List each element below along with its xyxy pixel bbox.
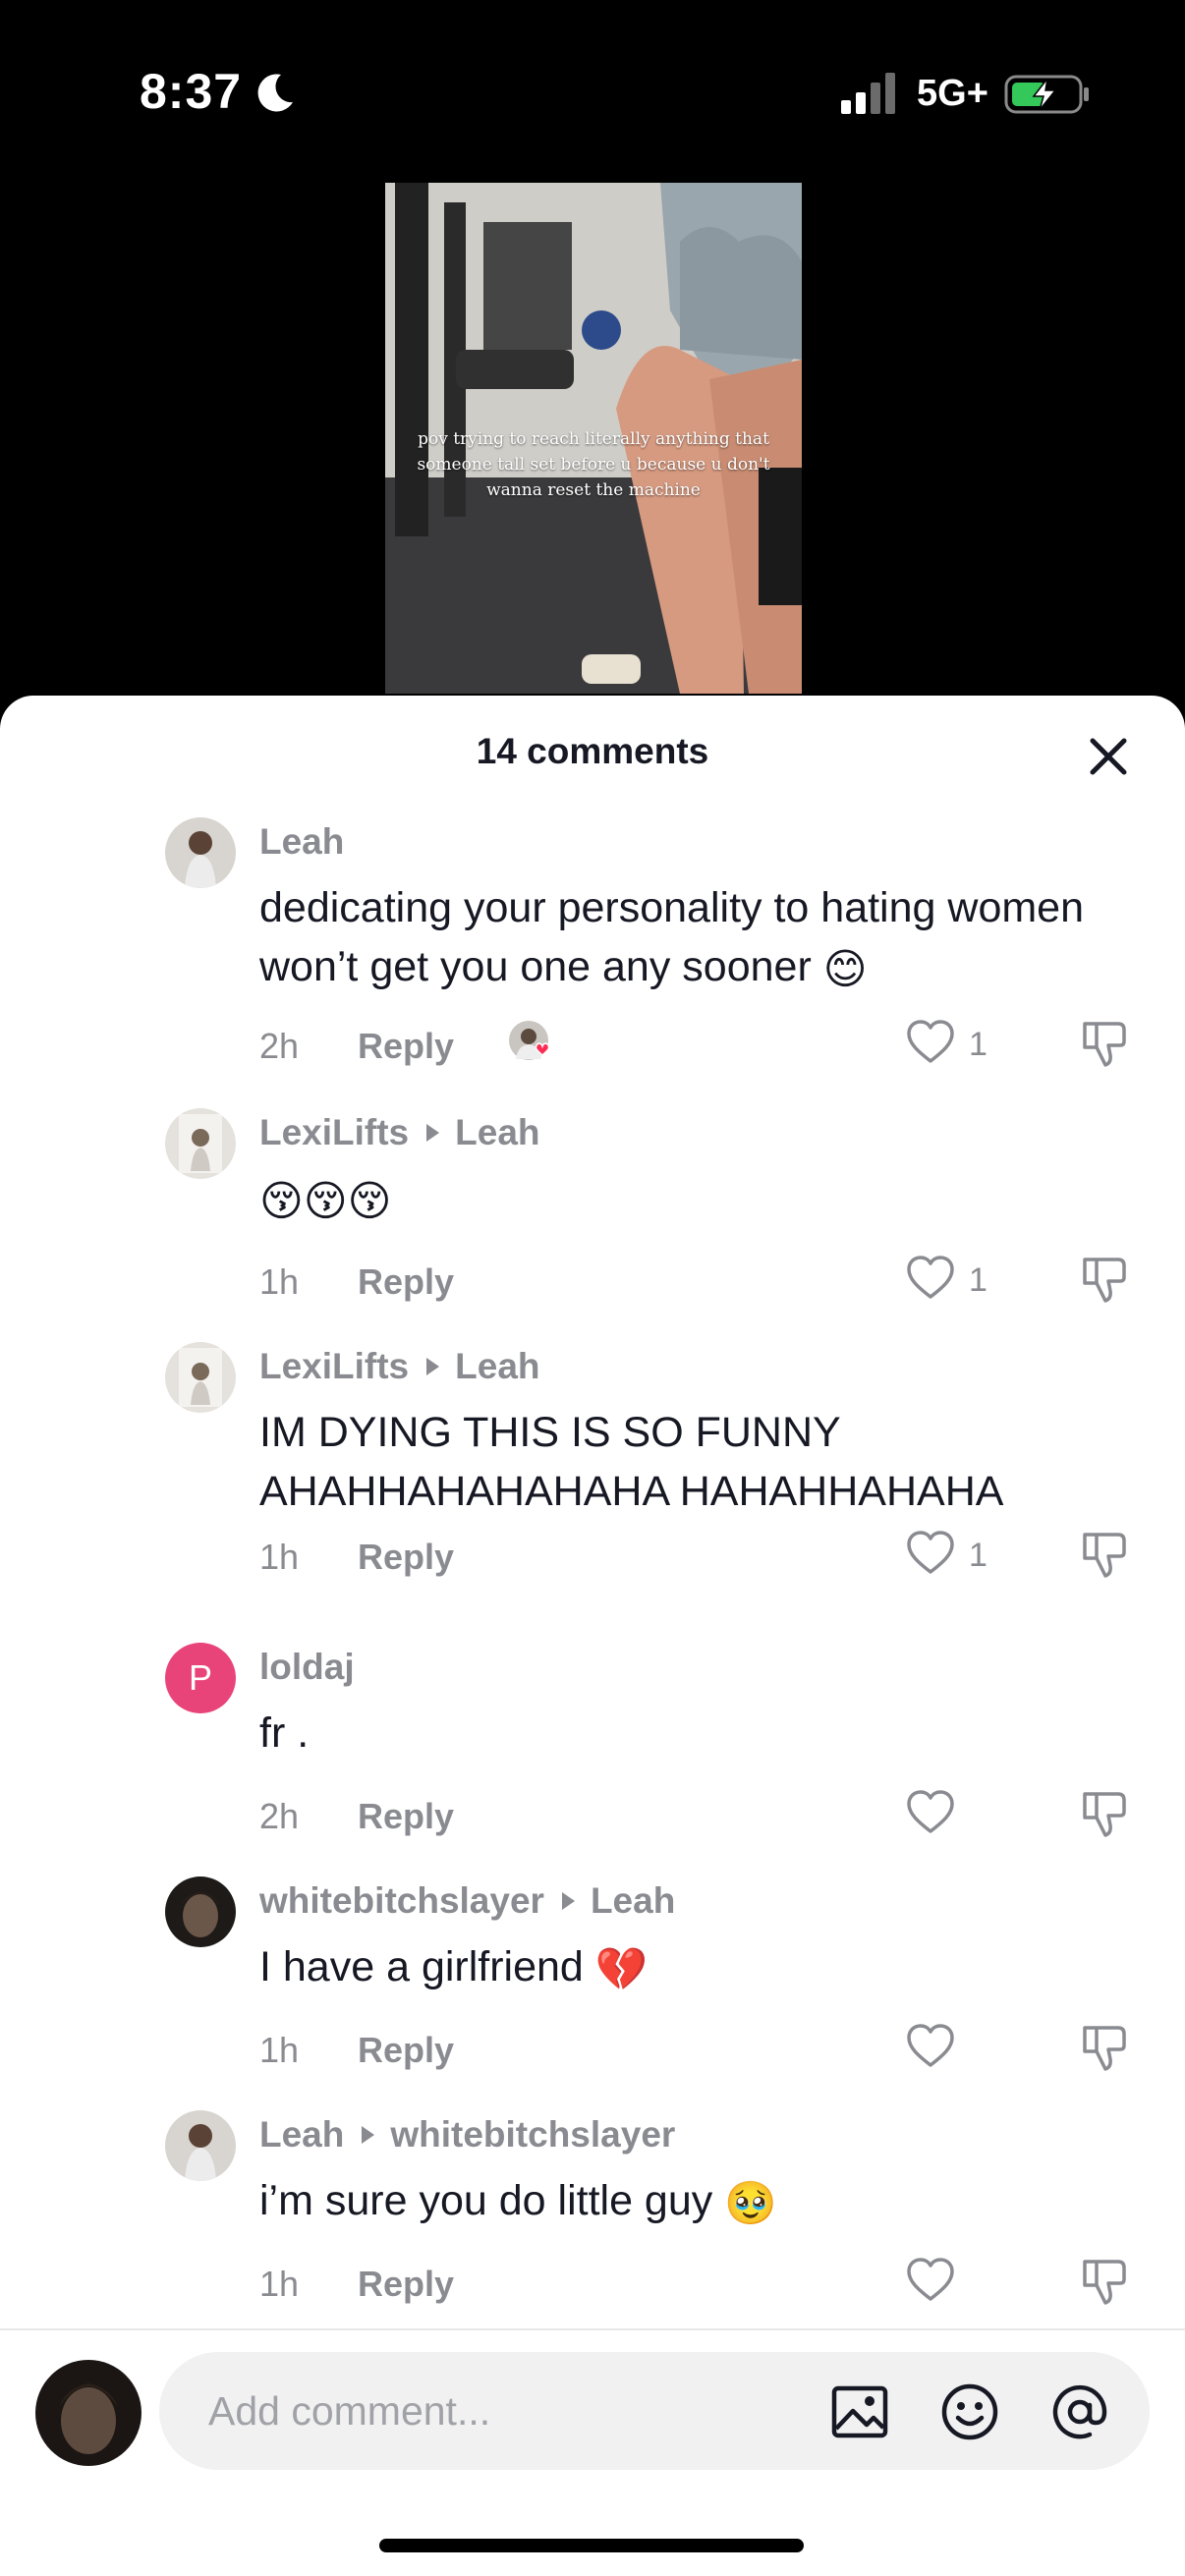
comment-text: dedicating your personality to hating wo… [259,884,1085,990]
reply-arrow-icon [426,1358,440,1376]
comment-username[interactable]: Leah [259,821,344,862]
avatar[interactable] [165,1342,236,1413]
avatar[interactable] [165,1876,236,1947]
comment-text: IM DYING THIS IS SO FUNNY AHAHHAHAHAHAHA… [259,1409,1004,1515]
reply-button[interactable]: Reply [358,1796,454,1837]
avatar[interactable] [165,817,236,888]
reply-arrow-icon [362,2126,375,2145]
reply-to-username[interactable]: whitebitchslayer [390,2114,675,2155]
pleading-face-emoji: 🥹 [724,2179,777,2227]
mention-icon[interactable] [1049,2381,1110,2442]
reply-to-username[interactable]: Leah [455,1112,539,1152]
dislike-icon[interactable] [1079,1016,1134,1071]
dislike-icon[interactable] [1079,1252,1134,1307]
comment-text: fr . [259,1709,310,1757]
reply-to-username[interactable]: Leah [591,1880,675,1921]
like-count: 1 [969,1537,988,1574]
like-count: 1 [969,1026,988,1063]
creator-liked-avatar [509,1021,550,1060]
comment-time: 1h [259,2264,300,2304]
comment-username[interactable]: LexiLifts [259,1346,409,1386]
comment-time: 1h [259,2030,300,2070]
dislike-icon[interactable] [1079,2020,1134,2075]
image-icon[interactable] [829,2381,890,2442]
heart-icon[interactable] [904,1252,957,1305]
reply-to-username[interactable]: Leah [455,1346,539,1386]
kissing-face-emojis: 😚😚😚 [259,1177,392,1225]
dislike-icon[interactable] [1079,2254,1134,2309]
reply-button[interactable]: Reply [358,1537,454,1578]
comment-username[interactable]: Leah [259,2114,344,2155]
avatar[interactable] [165,2110,236,2181]
comment-time: 2h [259,1026,300,1066]
broken-heart-emoji: 💔 [594,1945,649,1993]
status-time: 8:37 [140,64,243,119]
video-caption: pov trying to reach literally anything t… [417,429,770,500]
heart-icon[interactable] [904,2254,957,2307]
composer-divider [0,2328,1185,2330]
heart-icon[interactable] [904,1527,957,1580]
comment-text: I have a girlfriend [259,1943,584,1990]
network-type: 5G+ [917,73,988,114]
close-icon[interactable] [1085,733,1132,780]
comment-time: 2h [259,1796,300,1836]
heart-icon[interactable] [904,2020,957,2073]
reply-arrow-icon [561,1892,575,1911]
comment-time: 1h [259,1261,300,1302]
home-indicator[interactable] [379,2539,804,2552]
comment-username[interactable]: loldaj [259,1647,355,1687]
dislike-icon[interactable] [1079,1527,1134,1582]
heart-icon[interactable] [904,1016,957,1069]
moon-icon [257,74,293,112]
comments-sheet: 14 comments Leah dedicating your persona… [0,696,1185,2576]
heart-icon[interactable] [904,1786,957,1839]
reply-arrow-icon [426,1124,440,1143]
comment-username[interactable]: whitebitchslayer [259,1880,544,1921]
avatar[interactable]: P [165,1643,236,1713]
battery-charging-icon [1004,75,1089,114]
video-preview[interactable]: pov trying to reach literally anything t… [385,183,802,694]
avatar[interactable] [165,1108,236,1179]
comment-composer [159,2352,1150,2470]
dislike-icon[interactable] [1079,1786,1134,1841]
comment-username[interactable]: LexiLifts [259,1112,409,1152]
like-count: 1 [969,1261,988,1299]
smiling-face-emoji: 😊 [822,945,868,993]
reply-button[interactable]: Reply [358,1026,454,1067]
current-user-avatar[interactable] [35,2360,141,2466]
reply-button[interactable]: Reply [358,1261,454,1303]
status-bar: 8:37 5G+ [0,0,1185,177]
emoji-icon[interactable] [939,2381,1000,2442]
comment-text: i’m sure you do little guy [259,2177,713,2224]
comment-time: 1h [259,1537,300,1577]
comments-count-title: 14 comments [476,731,709,771]
reply-button[interactable]: Reply [358,2030,454,2071]
add-comment-input[interactable] [208,2352,759,2470]
reply-button[interactable]: Reply [358,2264,454,2305]
cellular-signal-icon [841,73,895,114]
